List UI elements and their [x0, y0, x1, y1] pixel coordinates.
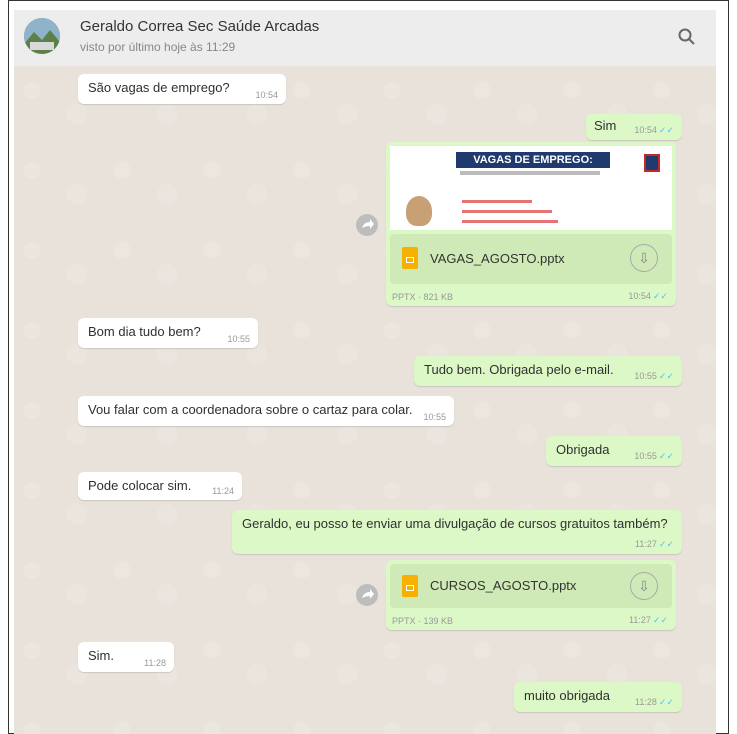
message-incoming: São vagas de emprego? 10:54 [78, 74, 286, 104]
file-name: VAGAS_AGOSTO.pptx [430, 251, 565, 266]
forward-icon[interactable] [356, 584, 378, 606]
message-time: 10:54 ✓✓ [628, 291, 668, 301]
last-seen-status: visto por último hoje às 11:29 [80, 40, 236, 54]
forward-icon[interactable] [356, 214, 378, 236]
message-text: São vagas de emprego? [88, 80, 230, 95]
person-illustration [406, 196, 432, 226]
file-message[interactable]: VAGAS DE EMPREGO: VAGAS_AGOSTO.pptx ⇩ PP… [386, 142, 676, 306]
logo-icon [644, 154, 660, 172]
message-time: 10:54 [255, 90, 278, 100]
message-incoming: Bom dia tudo bem? 10:55 [78, 318, 258, 348]
read-receipt-icon: ✓✓ [658, 451, 674, 461]
message-time: 10:55 [227, 334, 250, 344]
message-text: Sim [594, 118, 617, 133]
pptx-file-icon [402, 247, 418, 269]
read-receipt-icon: ✓✓ [652, 291, 668, 301]
message-time: 11:28 ✓✓ [635, 697, 674, 707]
read-receipt-icon: ✓✓ [658, 697, 674, 707]
file-name: CURSOS_AGOSTO.pptx [430, 578, 577, 593]
download-icon[interactable]: ⇩ [630, 244, 658, 272]
message-time: 11:28 [144, 658, 166, 668]
read-receipt-icon: ✓✓ [658, 371, 674, 381]
message-time: 10:55 [423, 412, 446, 422]
message-text: Obrigada [556, 442, 610, 457]
read-receipt-icon: ✓✓ [658, 125, 674, 135]
message-time: 11:27 ✓✓ [635, 539, 674, 549]
download-icon[interactable]: ⇩ [630, 572, 658, 600]
chat-header: Geraldo Correa Sec Saúde Arcadas visto p… [14, 10, 716, 67]
message-time: 10:55 ✓✓ [634, 451, 674, 461]
message-text: Pode colocar sim. [88, 478, 192, 493]
pptx-file-icon [402, 575, 418, 597]
avatar[interactable] [24, 18, 60, 54]
message-outgoing: Geraldo, eu posso te enviar uma divulgaç… [232, 510, 682, 554]
message-text: Geraldo, eu posso te enviar uma divulgaç… [242, 516, 668, 531]
read-receipt-icon: ✓✓ [658, 539, 674, 549]
preview-title: VAGAS DE EMPREGO: [456, 152, 610, 168]
message-text: Vou falar com a coordenadora sobre o car… [88, 402, 413, 417]
file-preview[interactable]: VAGAS DE EMPREGO: [390, 146, 672, 230]
contact-name[interactable]: Geraldo Correa Sec Saúde Arcadas [80, 18, 319, 35]
search-icon[interactable] [676, 26, 698, 48]
chat-area[interactable]: São vagas de emprego? 10:54 Sim 10:54 ✓✓ … [14, 66, 716, 734]
file-attachment[interactable]: CURSOS_AGOSTO.pptx ⇩ [390, 564, 672, 608]
message-incoming: Vou falar com a coordenadora sobre o car… [78, 396, 454, 426]
message-text: Bom dia tudo bem? [88, 324, 201, 339]
message-incoming: Sim. 11:28 [78, 642, 174, 672]
message-time: 10:55 ✓✓ [634, 371, 674, 381]
read-receipt-icon: ✓✓ [652, 615, 668, 625]
message-outgoing: muito obrigada 11:28 ✓✓ [514, 682, 682, 712]
message-text: Tudo bem. Obrigada pelo e-mail. [424, 362, 614, 377]
message-time: 10:54 ✓✓ [634, 125, 674, 135]
message-outgoing: Obrigada 10:55 ✓✓ [546, 436, 682, 466]
avatar-image [24, 18, 60, 54]
message-text: Sim. [88, 648, 114, 663]
file-meta: PPTX · 821 KB [392, 292, 454, 302]
message-text: muito obrigada [524, 688, 610, 703]
message-incoming: Pode colocar sim. 11:24 [78, 472, 242, 500]
message-outgoing: Sim 10:54 ✓✓ [586, 114, 682, 140]
message-outgoing: Tudo bem. Obrigada pelo e-mail. 10:55 ✓✓ [414, 356, 682, 386]
message-time: 11:27 ✓✓ [629, 615, 668, 625]
message-time: 11:24 [212, 486, 234, 496]
file-meta: PPTX · 139 KB [392, 616, 454, 626]
file-message[interactable]: CURSOS_AGOSTO.pptx ⇩ PPTX · 139 KB 11:27… [386, 560, 676, 630]
file-attachment[interactable]: VAGAS_AGOSTO.pptx ⇩ [390, 234, 672, 284]
